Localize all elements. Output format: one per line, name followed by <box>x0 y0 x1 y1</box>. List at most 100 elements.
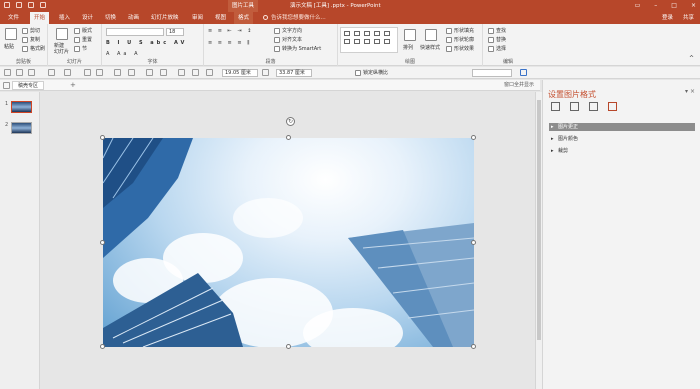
help-icon[interactable] <box>520 69 527 76</box>
slide-thumbnail-1[interactable] <box>11 101 32 113</box>
paste-icon[interactable] <box>5 28 17 40</box>
find-button[interactable]: 查找 <box>488 27 506 34</box>
arrow-shape-icon[interactable] <box>354 31 360 36</box>
quick-styles-button[interactable]: 快速样式 <box>420 44 440 51</box>
new-tab-button[interactable]: + <box>70 80 76 91</box>
curve-shape-icon[interactable] <box>384 31 390 36</box>
picture-color-icon[interactable] <box>96 69 103 76</box>
resize-handle-w[interactable] <box>100 240 105 245</box>
effects-icon[interactable] <box>570 102 579 111</box>
quick-styles-icon[interactable] <box>425 29 437 41</box>
block-arrow-shape-icon[interactable] <box>354 39 360 44</box>
tab-review[interactable]: 审阅 <box>188 12 207 24</box>
star-shape-icon[interactable] <box>364 39 370 44</box>
tab-slideshow[interactable]: 幻灯片放映 <box>147 12 183 24</box>
close-button[interactable]: × <box>691 0 696 12</box>
paste-button[interactable]: 粘贴 <box>4 43 14 50</box>
height-field[interactable]: 19.05 厘米 <box>222 69 258 77</box>
selected-picture[interactable] <box>103 138 474 347</box>
resize-handle-n[interactable] <box>286 135 291 140</box>
border-icon[interactable] <box>114 69 121 76</box>
section-picture-color[interactable]: ▸ 图片颜色 <box>549 135 695 143</box>
lock-aspect-checkbox[interactable]: 锁定纵横比 <box>355 69 388 76</box>
merge-windows-button[interactable]: 窗口全并显示 <box>504 80 534 91</box>
tab-home[interactable]: 开始 <box>30 12 50 24</box>
toolbar-tool-3-icon[interactable] <box>28 69 35 76</box>
tab-transitions[interactable]: 切换 <box>101 12 120 24</box>
share-button[interactable]: 共享 <box>683 12 694 24</box>
send-backward-icon[interactable] <box>206 69 213 76</box>
oval-shape-icon[interactable] <box>374 31 380 36</box>
section-picture-corrections[interactable]: ▸ 图片更正 <box>549 123 695 131</box>
layout-button[interactable]: 版式 <box>74 27 92 34</box>
font-size-combo[interactable]: 18 <box>166 28 184 36</box>
line-shape-icon[interactable] <box>344 31 350 36</box>
ribbon-display-options-button[interactable]: ▭ <box>635 0 641 12</box>
new-slide-icon[interactable] <box>56 28 68 40</box>
tell-me-box[interactable]: 告诉我您想要做什么... <box>263 12 326 24</box>
save-icon[interactable] <box>4 2 10 8</box>
font-name-combo[interactable] <box>106 28 164 36</box>
lock-icon[interactable] <box>262 69 269 76</box>
bring-forward-icon[interactable] <box>192 69 199 76</box>
resize-handle-e[interactable] <box>471 240 476 245</box>
rotate-handle-icon[interactable]: ↻ <box>286 117 295 126</box>
group-tb-icon[interactable] <box>160 69 167 76</box>
resize-handle-s[interactable] <box>286 344 291 349</box>
new-slide-button[interactable]: 新建 幻灯片 <box>54 43 69 55</box>
align-buttons[interactable]: ≡ ≡ ≡ ≡ ⫼ <box>208 40 251 46</box>
collapse-ribbon-icon[interactable]: ^ <box>689 55 694 62</box>
shape-fill-button[interactable]: 形状填充 <box>446 27 474 34</box>
cut-button[interactable]: 剪切 <box>22 27 40 34</box>
rect-shape-icon[interactable] <box>364 31 370 36</box>
scrollbar-thumb[interactable] <box>537 100 541 340</box>
triangle-shape-icon[interactable] <box>344 39 350 44</box>
crop-icon[interactable] <box>84 69 91 76</box>
copy-button[interactable]: 复制 <box>22 36 40 43</box>
rotate-tb-icon[interactable] <box>178 69 185 76</box>
picture-icon[interactable] <box>608 102 617 111</box>
format-painter-button[interactable]: 格式刷 <box>22 45 45 52</box>
smartart-button[interactable]: 转换为 SmartArt <box>274 45 321 52</box>
maximize-button[interactable]: □ <box>671 0 677 12</box>
fill-line-icon[interactable] <box>551 102 560 111</box>
tab-design[interactable]: 设计 <box>78 12 97 24</box>
reset-button[interactable]: 重置 <box>74 36 92 43</box>
minimize-button[interactable]: – <box>654 0 657 12</box>
resize-handle-nw[interactable] <box>100 135 105 140</box>
list-buttons[interactable]: ≡ ≡ ⇤ ⇥ ↕ <box>208 28 253 34</box>
font-format-buttons[interactable]: B I U S abc AV <box>106 40 187 46</box>
vertical-scrollbar[interactable] <box>535 92 542 389</box>
tab-animations[interactable]: 动画 <box>124 12 143 24</box>
document-tab[interactable]: 稿壳专区 <box>12 81 45 90</box>
resize-handle-sw[interactable] <box>100 344 105 349</box>
section-button[interactable]: 节 <box>74 45 87 52</box>
tab-insert[interactable]: 插入 <box>55 12 74 24</box>
brace-shape-icon[interactable] <box>374 39 380 44</box>
resize-handle-se[interactable] <box>471 344 476 349</box>
tab-format[interactable]: 格式 <box>234 12 254 24</box>
size-properties-icon[interactable] <box>589 102 598 111</box>
shape-outline-button[interactable]: 形状轮廓 <box>446 36 474 43</box>
slide-thumbnail-2[interactable] <box>11 122 32 134</box>
zoom-field[interactable] <box>472 69 512 77</box>
pane-controls[interactable]: ▾ × <box>685 88 695 95</box>
font-color-buttons[interactable]: A Aa A <box>106 51 141 57</box>
eyedropper-icon[interactable] <box>48 69 55 76</box>
effects-tb-icon[interactable] <box>128 69 135 76</box>
link-icon[interactable] <box>64 69 71 76</box>
text-direction-button[interactable]: 文字方向 <box>274 27 302 34</box>
toolbar-tool-1-icon[interactable] <box>4 69 11 76</box>
shape-effects-button[interactable]: 形状效果 <box>446 45 474 52</box>
select-button[interactable]: 选择 <box>488 45 506 52</box>
callout-shape-icon[interactable] <box>384 39 390 44</box>
login-link[interactable]: 登录 <box>662 12 673 24</box>
width-field[interactable]: 33.87 厘米 <box>276 69 312 77</box>
replace-button[interactable]: 替换 <box>488 36 506 43</box>
toolbar-tool-2-icon[interactable] <box>16 69 23 76</box>
align-tb-icon[interactable] <box>146 69 153 76</box>
start-from-beginning-icon[interactable] <box>40 2 46 8</box>
redo-icon[interactable] <box>28 2 34 8</box>
undo-icon[interactable] <box>16 2 22 8</box>
resize-handle-ne[interactable] <box>471 135 476 140</box>
